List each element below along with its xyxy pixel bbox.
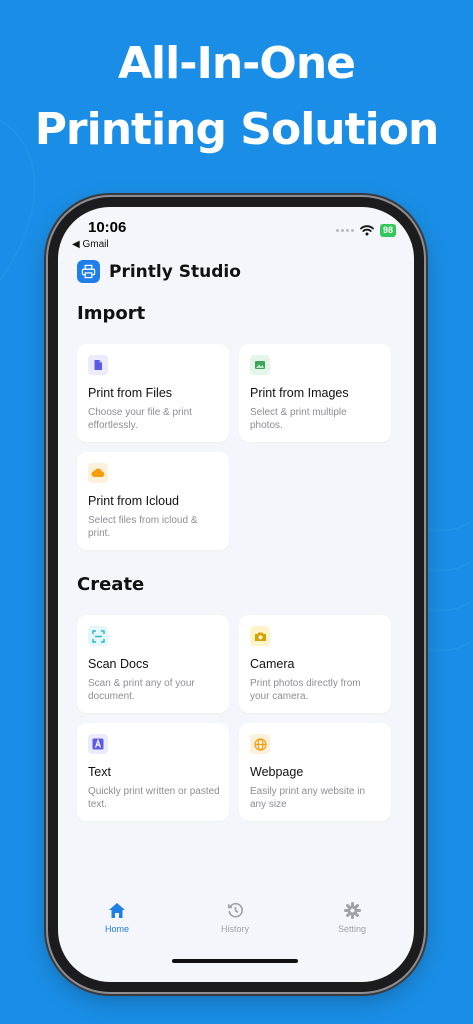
import-section-title: Import xyxy=(77,303,146,324)
file-icon xyxy=(88,355,108,375)
create-section-title: Create xyxy=(77,574,145,595)
card-title: Webpage xyxy=(250,765,304,779)
webpage-card[interactable]: Webpage Easily print any website in any … xyxy=(239,723,391,821)
back-to-app-link[interactable]: ◀ Gmail xyxy=(72,239,109,250)
tab-setting[interactable]: Setting xyxy=(312,902,392,934)
printer-logo-icon xyxy=(77,260,100,283)
camera-card[interactable]: Camera Print photos directly from your c… xyxy=(239,615,391,713)
print-from-images-card[interactable]: Print from Images Select & print multipl… xyxy=(239,344,391,442)
app-header: Printly Studio xyxy=(77,260,241,283)
card-description: Select & print multiple photos. xyxy=(250,407,347,431)
home-indicator[interactable] xyxy=(172,959,298,963)
card-title: Camera xyxy=(250,657,295,671)
tab-label: Setting xyxy=(337,924,367,934)
promo-headline-line1: All-In-One xyxy=(117,38,356,89)
app-title: Printly Studio xyxy=(109,261,241,282)
card-description: Easily print any website in any size xyxy=(250,786,366,810)
signal-icon xyxy=(335,229,354,232)
tab-history[interactable]: History xyxy=(195,902,275,934)
card-title: Print from Files xyxy=(88,386,173,400)
scan-docs-card[interactable]: Scan Docs Scan & print any of your docum… xyxy=(77,615,229,713)
card-description: Scan & print any of your document. xyxy=(88,678,195,702)
tab-label: Home xyxy=(104,924,129,934)
promo-headline-line2: Printing Solution xyxy=(34,104,440,155)
image-icon xyxy=(250,355,270,375)
card-description: Choose your file & print effortlessly. xyxy=(88,407,192,431)
card-title: Print from Images xyxy=(250,386,349,400)
battery-indicator: 98 xyxy=(379,224,396,237)
gear-icon xyxy=(343,902,361,919)
camera-icon xyxy=(250,626,270,646)
tab-home[interactable]: Home xyxy=(77,902,157,934)
text-icon xyxy=(88,734,108,754)
wifi-icon xyxy=(360,225,374,236)
cloud-icon xyxy=(88,463,108,483)
card-title: Scan Docs xyxy=(88,657,149,671)
card-description: Select files from icloud & print. xyxy=(88,515,198,539)
app-screen: 10:06 ◀ Gmail 98 Printly Studio Import P… xyxy=(58,207,414,982)
card-title: Print from Icloud xyxy=(88,494,180,508)
print-from-files-card[interactable]: Print from Files Choose your file & prin… xyxy=(77,344,229,442)
tab-bar: Home History Setting xyxy=(58,902,414,952)
phone-frame: 10:06 ◀ Gmail 98 Printly Studio Import P… xyxy=(48,197,424,992)
card-description: Print photos directly from your camera. xyxy=(250,678,361,702)
status-time: 10:06 xyxy=(88,219,127,236)
card-title: Text xyxy=(88,765,111,779)
tab-label: History xyxy=(220,924,249,934)
globe-icon xyxy=(250,734,270,754)
text-card[interactable]: Text Quickly print written or pasted tex… xyxy=(77,723,229,821)
card-description: Quickly print written or pasted text. xyxy=(88,786,220,810)
scan-icon xyxy=(88,626,108,646)
status-icons: 98 xyxy=(335,224,396,237)
history-icon xyxy=(227,902,243,918)
print-from-icloud-card[interactable]: Print from Icloud Select files from iclo… xyxy=(77,452,229,550)
home-icon xyxy=(109,903,125,918)
